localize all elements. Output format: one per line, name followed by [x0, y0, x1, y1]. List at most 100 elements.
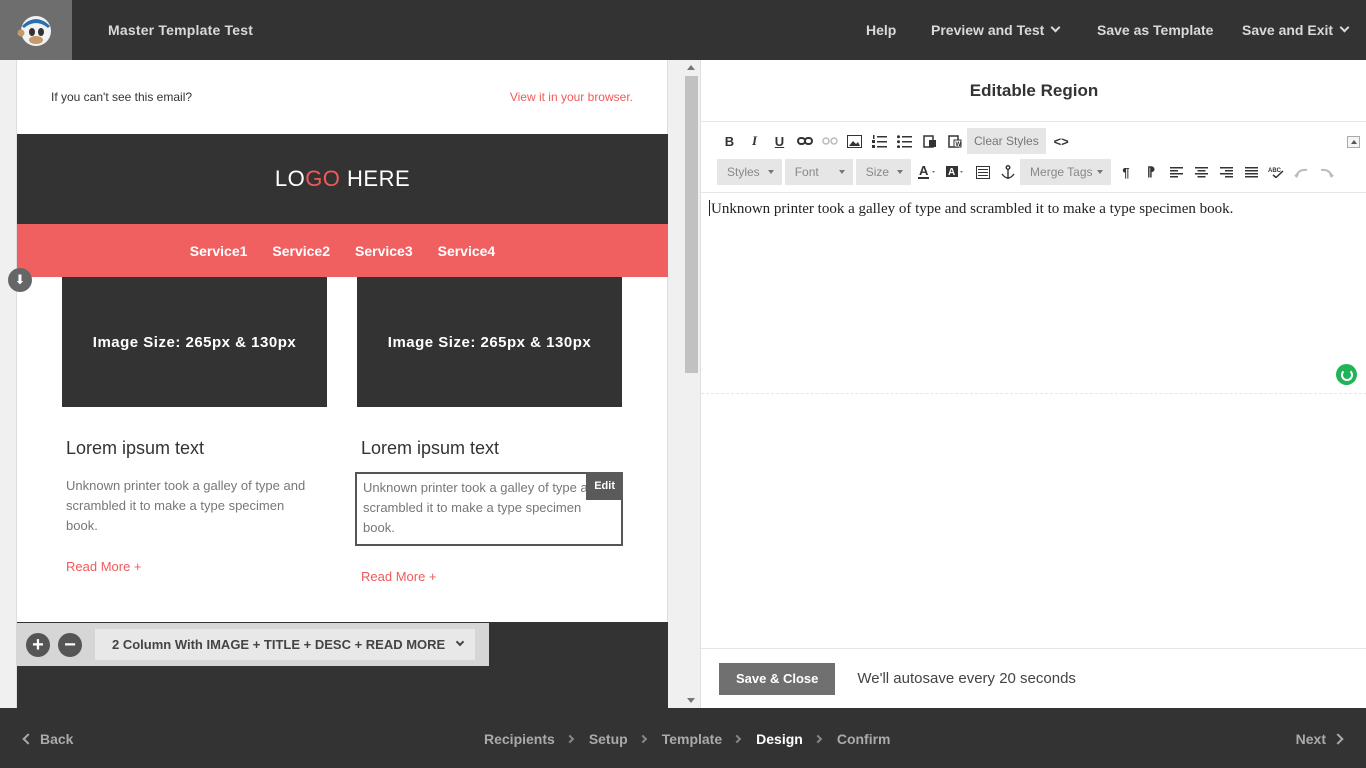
bottom-bar: Back Recipients Setup Template Design Co…	[0, 708, 1366, 768]
campaign-title: Master Template Test	[108, 22, 254, 38]
nav-link-service3[interactable]: Service3	[355, 243, 413, 259]
email-preview-pane: If you can't see this email? View it in …	[0, 60, 700, 708]
drag-handle-icon[interactable]: ⬇	[8, 268, 32, 292]
merge-tags-dropdown[interactable]: Merge Tags	[1020, 159, 1111, 185]
redo-icon[interactable]	[1314, 160, 1339, 184]
toolbar-row-1: B I U W Clear Styles <>	[717, 128, 1074, 154]
scroll-down-icon[interactable]	[687, 698, 695, 703]
step-confirm[interactable]: Confirm	[837, 731, 891, 747]
nav-link-service1[interactable]: Service1	[190, 243, 248, 259]
editable-text-area[interactable]: Unknown printer took a galley of type an…	[709, 200, 1233, 218]
bullet-list-icon[interactable]	[892, 129, 917, 153]
step-template[interactable]: Template	[662, 731, 722, 747]
help-link[interactable]: Help	[866, 22, 896, 38]
read-more-link[interactable]: Read More +	[66, 559, 330, 574]
chevron-right-icon	[813, 734, 823, 744]
editor-title: Editable Region	[701, 60, 1366, 122]
block-type-select[interactable]: 2 Column With IMAGE + TITLE + DESC + REA…	[95, 629, 475, 660]
justify-icon[interactable]	[1239, 160, 1264, 184]
email-header[interactable]: LOGO HERE	[17, 134, 668, 224]
step-design[interactable]: Design	[756, 731, 803, 747]
block-type-label: 2 Column With IMAGE + TITLE + DESC + REA…	[112, 637, 446, 652]
caret-down-icon	[767, 170, 774, 174]
table-icon[interactable]	[970, 160, 995, 184]
align-left-icon[interactable]	[1164, 160, 1189, 184]
underline-button[interactable]: U	[767, 129, 792, 153]
column-description-text: Unknown printer took a galley of type an…	[363, 480, 603, 535]
clear-styles-button[interactable]: Clear Styles	[967, 128, 1046, 154]
styles-label: Styles	[727, 165, 760, 179]
svg-text:A: A	[948, 167, 955, 178]
nav-link-service4[interactable]: Service4	[438, 243, 496, 259]
editor-divider	[701, 393, 1366, 394]
scroll-thumb[interactable]	[685, 76, 698, 373]
monkey-logo-icon	[17, 16, 51, 46]
text-cursor	[709, 200, 710, 216]
editor-toolbar: B I U W Clear Styles <> Styles Font Size…	[701, 122, 1366, 193]
italic-button[interactable]: I	[742, 129, 767, 153]
size-label: Size	[865, 165, 890, 179]
add-block-button[interactable]: +	[26, 632, 50, 657]
image-placeholder[interactable]: Image Size: 265px & 130px	[62, 277, 327, 407]
image-icon[interactable]	[842, 129, 867, 153]
column-description-selected[interactable]: Unknown printer took a galley of type an…	[355, 472, 623, 546]
toolbar-row-2: Styles Font Size A A Merge Tags ¶ ⁋ ABC	[717, 159, 1339, 185]
back-button[interactable]: Back	[24, 731, 73, 747]
step-recipients[interactable]: Recipients	[484, 731, 555, 747]
paragraph-rtl-icon[interactable]: ⁋	[1139, 160, 1164, 184]
size-dropdown[interactable]: Size	[855, 159, 912, 185]
unlink-icon[interactable]	[817, 129, 842, 153]
preview-scrollbar[interactable]	[683, 60, 700, 708]
text-color-icon[interactable]: A	[914, 160, 942, 184]
paste-from-word-icon[interactable]: W	[942, 129, 967, 153]
collapse-toolbar-icon[interactable]	[1347, 136, 1360, 148]
column-title[interactable]: Lorem ipsum text	[66, 438, 330, 459]
logo-text-part: HERE	[340, 166, 411, 191]
help-label: Help	[866, 22, 897, 38]
next-button[interactable]: Next	[1296, 731, 1342, 747]
image-placeholder[interactable]: Image Size: 265px & 130px	[357, 277, 622, 407]
save-and-exit-menu[interactable]: Save and Exit	[1242, 22, 1350, 38]
column-title[interactable]: Lorem ipsum text	[361, 438, 625, 459]
spellcheck-icon[interactable]: ABC	[1264, 160, 1289, 184]
merge-tags-label: Merge Tags	[1030, 165, 1093, 179]
autosave-notice: We'll autosave every 20 seconds	[857, 670, 1076, 687]
caret-down-icon	[1096, 170, 1103, 174]
paste-icon[interactable]	[917, 129, 942, 153]
background-color-icon[interactable]: A	[942, 160, 970, 184]
align-right-icon[interactable]	[1214, 160, 1239, 184]
link-icon[interactable]	[792, 129, 817, 153]
column-description[interactable]: Unknown printer took a galley of type an…	[66, 476, 316, 536]
save-as-template-button[interactable]: Save as Template	[1097, 22, 1213, 38]
styles-dropdown[interactable]: Styles	[717, 159, 782, 185]
sync-status-icon	[1336, 364, 1357, 385]
svg-text:W: W	[955, 142, 961, 148]
paragraph-ltr-icon[interactable]: ¶	[1114, 160, 1139, 184]
numbered-list-icon[interactable]	[867, 129, 892, 153]
email-canvas: If you can't see this email? View it in …	[16, 60, 668, 708]
chevron-right-icon	[638, 734, 647, 744]
anchor-icon[interactable]	[995, 160, 1020, 184]
step-setup[interactable]: Setup	[589, 731, 628, 747]
scroll-up-icon[interactable]	[687, 65, 695, 70]
align-center-icon[interactable]	[1189, 160, 1214, 184]
content-column-right: Image Size: 265px & 130px Lorem ipsum te…	[355, 277, 625, 584]
app-logo[interactable]	[0, 0, 72, 60]
wizard-steps: Recipients Setup Template Design Confirm	[484, 731, 891, 747]
remove-block-button[interactable]: −	[58, 632, 82, 657]
chevron-down-icon	[1339, 22, 1350, 33]
chevron-right-icon	[732, 734, 742, 744]
font-label: Font	[794, 165, 819, 179]
nav-link-service2[interactable]: Service2	[272, 243, 330, 259]
save-and-close-button[interactable]: Save & Close	[719, 662, 836, 695]
chevron-down-icon	[1050, 22, 1061, 33]
preview-and-test-menu[interactable]: Preview and Test	[931, 22, 1061, 38]
bold-button[interactable]: B	[717, 129, 742, 153]
edit-button[interactable]: Edit	[586, 472, 623, 500]
undo-icon[interactable]	[1289, 160, 1314, 184]
source-code-button[interactable]: <>	[1049, 129, 1074, 153]
svg-text:ABC: ABC	[1268, 168, 1282, 174]
read-more-link[interactable]: Read More +	[361, 569, 625, 584]
font-dropdown[interactable]: Font	[784, 159, 853, 185]
view-in-browser-link[interactable]: View it in your browser.	[510, 90, 633, 104]
